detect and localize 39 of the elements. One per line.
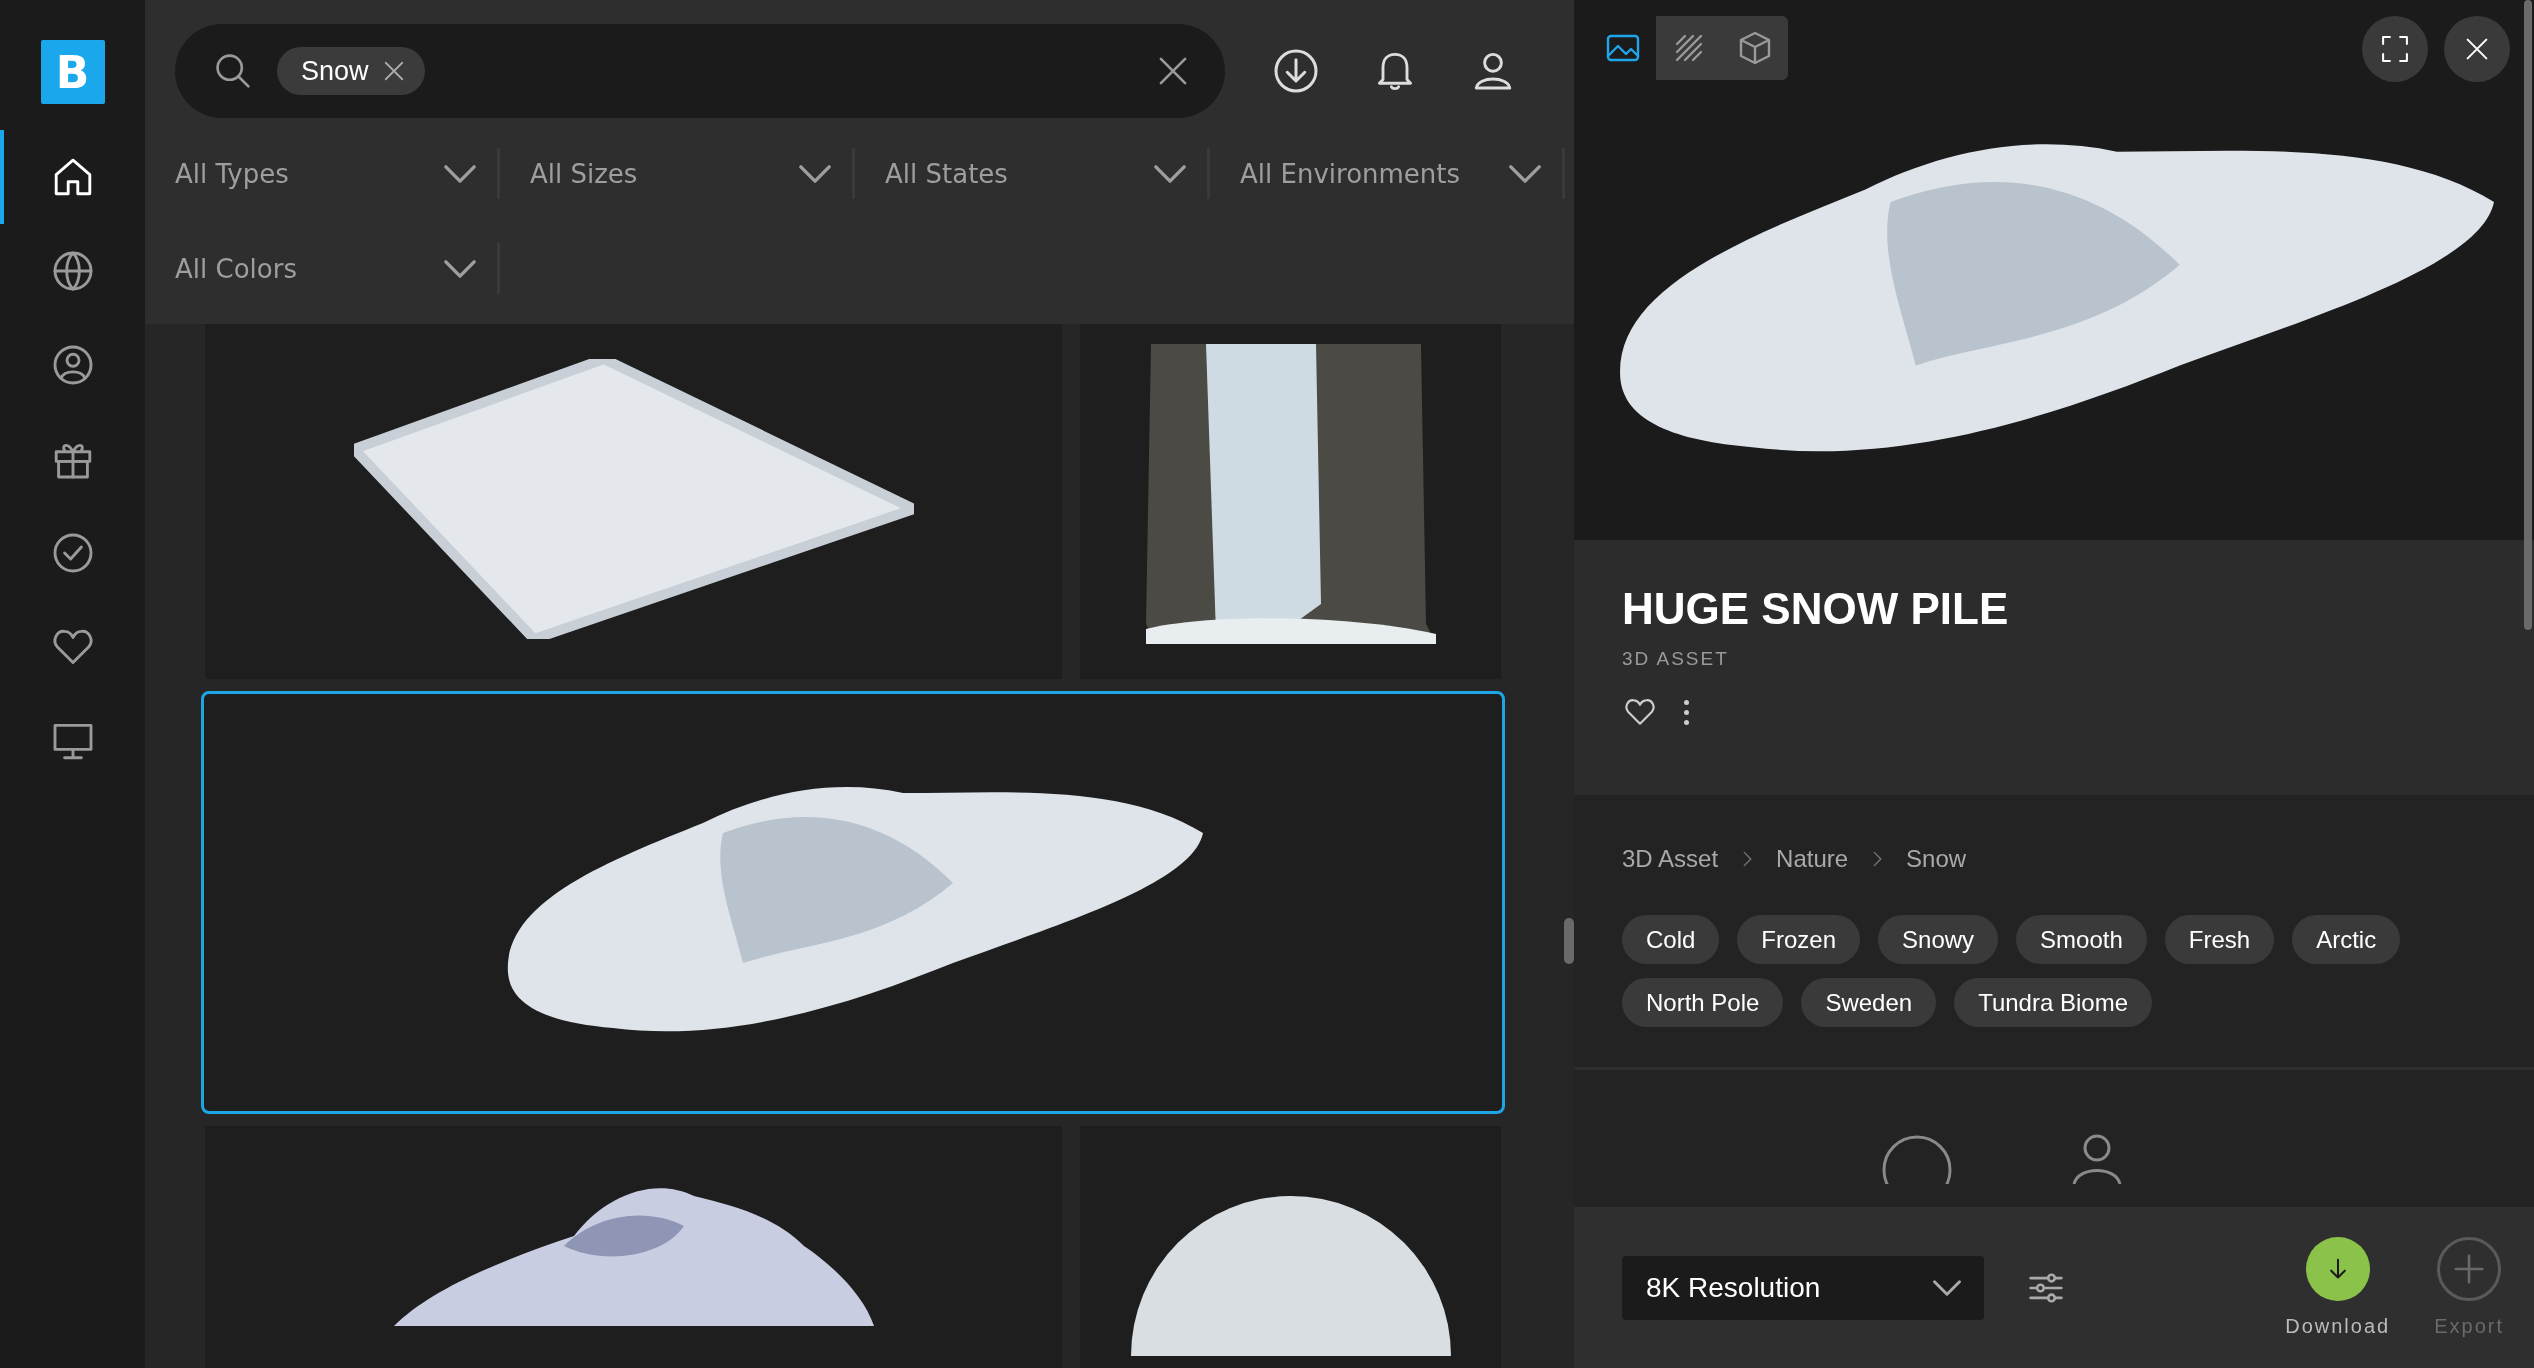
search-chip[interactable]: Snow (277, 47, 425, 95)
more-options-icon[interactable] (1684, 699, 1689, 725)
chevron-down-icon (443, 258, 477, 279)
tag-chip[interactable]: Arctic (2292, 915, 2401, 964)
breadcrumb-link[interactable]: Snow (1906, 845, 1967, 873)
chevron-down-icon (443, 163, 477, 184)
tag-chip[interactable]: North Pole (1622, 978, 1784, 1027)
asset-card[interactable] (201, 691, 1505, 1114)
chevron-down-icon (798, 163, 832, 184)
filter-dropdown[interactable]: All Sizes (500, 148, 855, 199)
asset-type: 3D ASSET (1622, 648, 1730, 670)
download-button[interactable]: Download (2285, 1237, 2391, 1338)
asset-card[interactable] (205, 1126, 1062, 1368)
filter-dropdown[interactable]: All Environments (1210, 148, 1565, 199)
breadcrumb-link[interactable]: 3D Asset (1622, 845, 1719, 873)
scrollbar-thumb[interactable] (1564, 918, 1574, 964)
search-field[interactable]: Snow (175, 24, 1225, 118)
tag-chip[interactable]: Fresh (2164, 915, 2275, 964)
filter-dropdown[interactable]: All Types (145, 148, 500, 199)
breadcrumb-link[interactable]: Nature (1776, 845, 1849, 873)
filter-dropdown[interactable]: All Colors (145, 243, 500, 294)
tag-chip[interactable]: Smooth (2016, 915, 2147, 964)
chevron-down-icon (1508, 163, 1542, 184)
asset-title: HUGE SNOW PILE (1622, 584, 2010, 634)
tag-chip[interactable]: Frozen (1737, 915, 1861, 964)
tag-chip[interactable]: Sweden (1801, 978, 1937, 1027)
asset-card[interactable] (205, 324, 1062, 679)
chevron-down-icon (1932, 1278, 1962, 1297)
tag-chip[interactable]: Snowy (1878, 915, 1999, 964)
view-tab[interactable] (1656, 16, 1722, 80)
tag-chip[interactable]: Tundra Biome (1954, 978, 2152, 1027)
tag-chip[interactable]: Cold (1622, 915, 1720, 964)
scrollbar-thumb[interactable] (2524, 0, 2532, 630)
chevron-down-icon (1153, 163, 1187, 184)
filter-dropdown[interactable]: All States (855, 148, 1210, 199)
view-tab[interactable] (1722, 16, 1788, 80)
asset-card[interactable] (1080, 324, 1501, 679)
resolution-dropdown[interactable]: 8K Resolution (1622, 1255, 1984, 1320)
asset-card[interactable] (1080, 1126, 1501, 1368)
